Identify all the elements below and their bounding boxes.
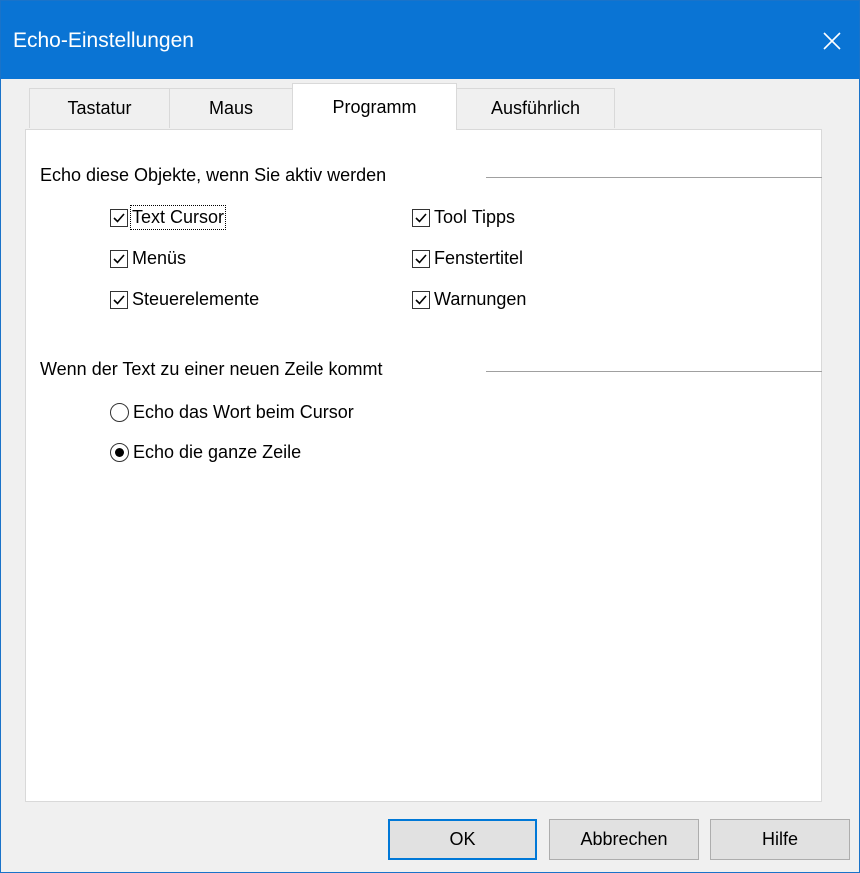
checkbox-label: Steuerelemente <box>132 289 260 309</box>
close-button[interactable] <box>805 19 859 63</box>
checkbox-text-cursor[interactable]: Text Cursor <box>110 205 227 230</box>
tab-panel-programm: Echo diese Objekte, wenn Sie aktiv werde… <box>25 129 822 802</box>
tab-tastatur[interactable]: Tastatur <box>29 88 170 128</box>
dialog-window: Echo-Einstellungen Tastatur Maus Program… <box>0 0 860 873</box>
checkbox-box <box>110 208 128 227</box>
tab-label: Tastatur <box>67 98 132 118</box>
checkbox-label: Text Cursor <box>129 205 227 230</box>
radio-circle <box>110 443 129 462</box>
cancel-button[interactable]: Abbrechen <box>549 819 699 860</box>
checkbox-steuerelemente[interactable]: Steuerelemente <box>110 289 259 310</box>
radio-echo-line[interactable]: Echo die ganze Zeile <box>110 442 301 463</box>
tab-ausfuehrlich[interactable]: Ausführlich <box>456 88 615 128</box>
help-button-label: Hilfe <box>761 829 798 849</box>
checkbox-label: Menüs <box>132 248 187 268</box>
ok-button[interactable]: OK <box>388 819 537 860</box>
radio-circle <box>110 403 129 422</box>
checkbox-tool-tipps[interactable]: Tool Tipps <box>412 207 515 228</box>
group-label-objects: Echo diese Objekte, wenn Sie aktiv werde… <box>40 165 397 186</box>
group-divider <box>486 177 822 178</box>
window-title: Echo-Einstellungen <box>13 29 194 52</box>
checkbox-box <box>412 208 430 227</box>
radio-label: Echo das Wort beim Cursor <box>133 402 354 422</box>
checkmark-icon <box>415 253 427 264</box>
checkbox-box <box>412 249 430 268</box>
group-label-newline: Wenn der Text zu einer neuen Zeile kommt <box>40 359 393 380</box>
tab-label: Maus <box>208 98 253 118</box>
tab-maus[interactable]: Maus <box>169 88 293 128</box>
checkbox-box <box>110 290 128 309</box>
checkbox-label: Fenstertitel <box>434 248 524 268</box>
close-icon <box>823 32 841 50</box>
tab-label: Programm <box>332 96 417 117</box>
cancel-button-label: Abbrechen <box>580 829 668 849</box>
checkbox-menues[interactable]: Menüs <box>110 248 186 269</box>
radio-selected-dot <box>115 448 124 457</box>
checkmark-icon <box>113 294 125 305</box>
checkbox-box <box>412 290 430 309</box>
group-divider <box>486 371 822 372</box>
ok-button-label: OK <box>449 829 476 849</box>
checkmark-icon <box>113 253 125 264</box>
checkbox-label: Tool Tipps <box>434 207 516 227</box>
checkmark-icon <box>415 294 427 305</box>
checkmark-icon <box>415 212 427 223</box>
radio-echo-word[interactable]: Echo das Wort beim Cursor <box>110 402 354 423</box>
checkbox-label: Warnungen <box>434 289 527 309</box>
tab-label: Ausführlich <box>490 98 581 118</box>
tab-programm[interactable]: Programm <box>292 83 457 130</box>
checkbox-warnungen[interactable]: Warnungen <box>412 289 526 310</box>
radio-label: Echo die ganze Zeile <box>133 442 302 462</box>
checkbox-box <box>110 249 128 268</box>
checkbox-fenstertitel[interactable]: Fenstertitel <box>412 248 523 269</box>
title-bar[interactable]: Echo-Einstellungen <box>1 1 859 79</box>
checkmark-icon <box>113 212 125 223</box>
help-button[interactable]: Hilfe <box>710 819 850 860</box>
